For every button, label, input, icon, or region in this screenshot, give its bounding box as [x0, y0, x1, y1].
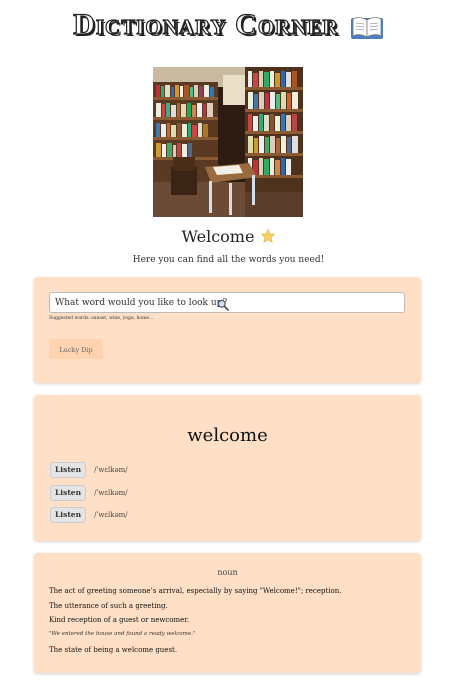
site-title: Dictionary Corner [73, 7, 339, 41]
meaning-card: noun The act of greeting someone’s arriv… [34, 553, 421, 673]
phonetic-text: /ˈwɛlkəm/ [94, 465, 128, 474]
phonetic-text: /ˈwɛlkəm/ [94, 488, 128, 497]
search-card: Suggested words: sunset, wine, yoga, hom… [34, 277, 421, 383]
magnifier-icon [217, 296, 229, 315]
definition: The utterance of such a greeting. [49, 602, 168, 610]
open-book-icon [350, 15, 384, 45]
intro-heading-text: Welcome [181, 227, 255, 246]
bookshelf-room-photo [153, 67, 303, 217]
listen-button[interactable]: Listen [50, 506, 87, 523]
pronunciation-row: Listen /ˈwɛlkəm/ [50, 504, 128, 523]
intro-heading: Welcome [0, 227, 457, 248]
site-header: Dictionary Corner [0, 7, 457, 45]
part-of-speech: noun [217, 568, 238, 577]
suggested-words: Suggested words: sunset, wine, yoga, hom… [49, 316, 154, 321]
star-icon [260, 227, 276, 248]
word-card: welcome Listen /ˈwɛlkəm/ Listen /ˈwɛlkəm… [34, 395, 421, 541]
example-sentence: "We entered the house and found a ready … [49, 631, 196, 637]
definition: The state of being a welcome guest. [49, 646, 178, 654]
listen-button[interactable]: Listen [50, 461, 87, 478]
listen-button[interactable]: Listen [50, 484, 87, 501]
pronunciation-row: Listen /ˈwɛlkəm/ [50, 459, 128, 478]
definition: The act of greeting someone’s arrival, e… [49, 587, 342, 595]
phonetic-text: /ˈwɛlkəm/ [94, 510, 128, 519]
definition: Kind reception of a guest or newcomer. [49, 616, 190, 624]
lucky-dip-button[interactable]: Lucky Dip [49, 339, 103, 359]
intro-tagline: Here you can find all the words you need… [132, 255, 325, 265]
pronunciation-row: Listen /ˈwɛlkəm/ [50, 482, 128, 501]
headword: welcome [187, 425, 268, 446]
